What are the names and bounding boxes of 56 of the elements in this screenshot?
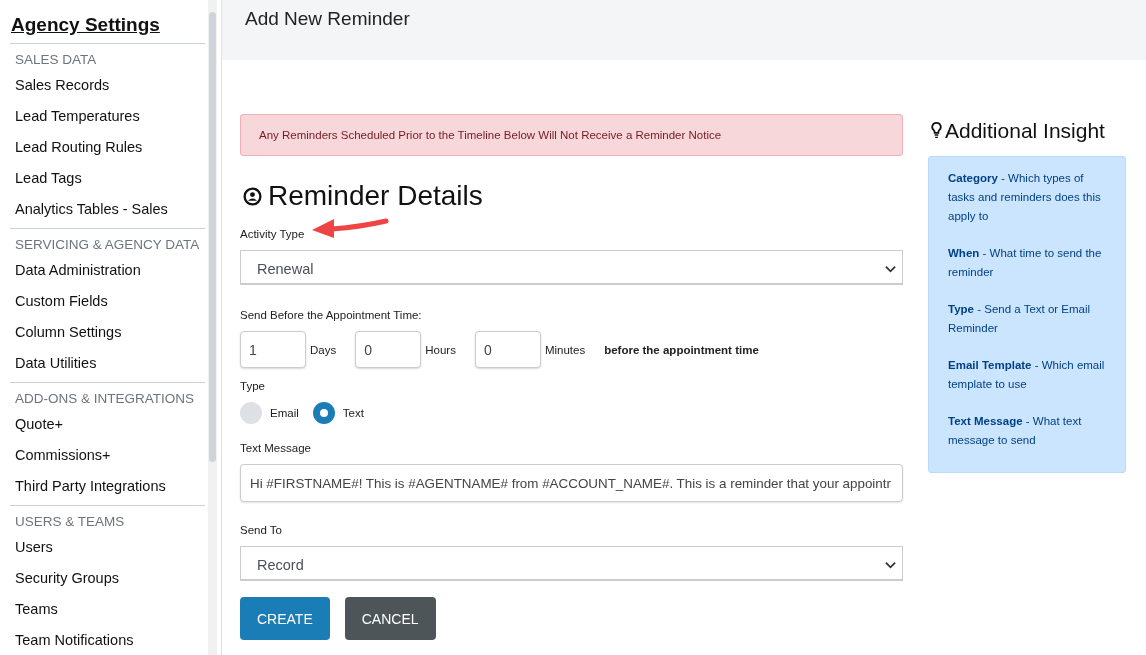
sidebar-item[interactable]: Users: [10, 531, 205, 562]
section-heading: SALES DATA: [14, 51, 98, 69]
number-field[interactable]: 0: [355, 331, 422, 368]
sidebar-item[interactable]: Data Administration: [10, 254, 205, 285]
section-heading: ADD-ONS & INTEGRATIONS: [14, 390, 195, 408]
field-label: Send To: [240, 524, 282, 536]
cancel-button[interactable]: CANCEL: [344, 597, 436, 640]
radio-label: Email: [270, 407, 299, 419]
field-label: Send Before the Appointment Time:: [240, 309, 422, 321]
insight-text: Category - Which types of tasks and reminders does this apply to: [948, 171, 1102, 224]
insight-title: Additional Insight: [945, 119, 1105, 143]
page-title: Add New Reminder: [245, 7, 411, 30]
sidebar-item[interactable]: Sales Records: [10, 69, 205, 100]
chevron-down-icon: [885, 561, 896, 569]
sidebar-item[interactable]: Data Utilities: [10, 347, 205, 378]
create-button[interactable]: CREATE: [240, 597, 330, 640]
number-field[interactable]: 1: [240, 331, 306, 368]
radio-button[interactable]: [240, 402, 262, 424]
sidebar-item[interactable]: Commissions+: [10, 439, 205, 470]
unit-label: Minutes: [544, 343, 586, 356]
sidebar-item[interactable]: Lead Tags: [10, 162, 205, 193]
sidebar-item[interactable]: Team Notifications: [10, 624, 205, 655]
chevron-down-icon: [885, 265, 896, 273]
sidebar-item[interactable]: Teams: [10, 593, 205, 624]
text-message-field[interactable]: Hi #FIRSTNAME#! This is #AGENTNAME# from #ACCOUNT_NAME#. This is a reminder that your appointr: [240, 464, 903, 502]
sidebar-item[interactable]: Quote+: [10, 408, 205, 439]
sidebar-item[interactable]: Analytics Tables - Sales: [10, 193, 205, 224]
insight-text: Email Template - Which email template to use: [948, 358, 1105, 392]
sidebar-title: Agency Settings: [10, 0, 205, 44]
section-heading: SERVICING & AGENCY DATA: [14, 236, 201, 254]
user-circle-icon: [243, 186, 262, 206]
unit-label: Hours: [425, 343, 456, 356]
scrollbar[interactable]: [208, 0, 217, 655]
lightbulb-icon: [931, 121, 942, 141]
sidebar-item[interactable]: Security Groups: [10, 562, 205, 593]
alert-text: Any Reminders Scheduled Prior to the Timeline Below Will Not Receive a Reminder Notice: [259, 129, 722, 141]
section-heading: USERS & TEAMS: [14, 513, 126, 531]
sidebar-item[interactable]: Lead Routing Rules: [10, 131, 205, 162]
field-label: Type: [240, 380, 265, 392]
radio-label: Text: [342, 407, 364, 419]
number-field[interactable]: 0: [474, 331, 541, 368]
section-title: Reminder Details: [268, 180, 483, 212]
send-to-select[interactable]: Record: [240, 546, 903, 581]
field-label: Activity Type: [240, 228, 305, 240]
field-label: Text Message: [240, 442, 311, 454]
sidebar-item[interactable]: Custom Fields: [10, 285, 205, 316]
suffix-text: before the appointment time: [604, 343, 759, 356]
sidebar-item[interactable]: Lead Temperatures: [10, 100, 205, 131]
unit-label: Days: [310, 343, 337, 356]
insight-text: Text Message - What text message to send: [948, 414, 1083, 448]
sidebar-item[interactable]: Third Party Integrations: [10, 470, 205, 501]
sidebar-item[interactable]: Column Settings: [10, 316, 205, 347]
radio-button[interactable]: [312, 402, 335, 424]
insight-text: Type - Send a Text or Email Reminder: [948, 302, 1092, 336]
activity-type-select[interactable]: Renewal: [240, 250, 903, 285]
insight-text: When - What time to send the reminder: [948, 246, 1103, 280]
